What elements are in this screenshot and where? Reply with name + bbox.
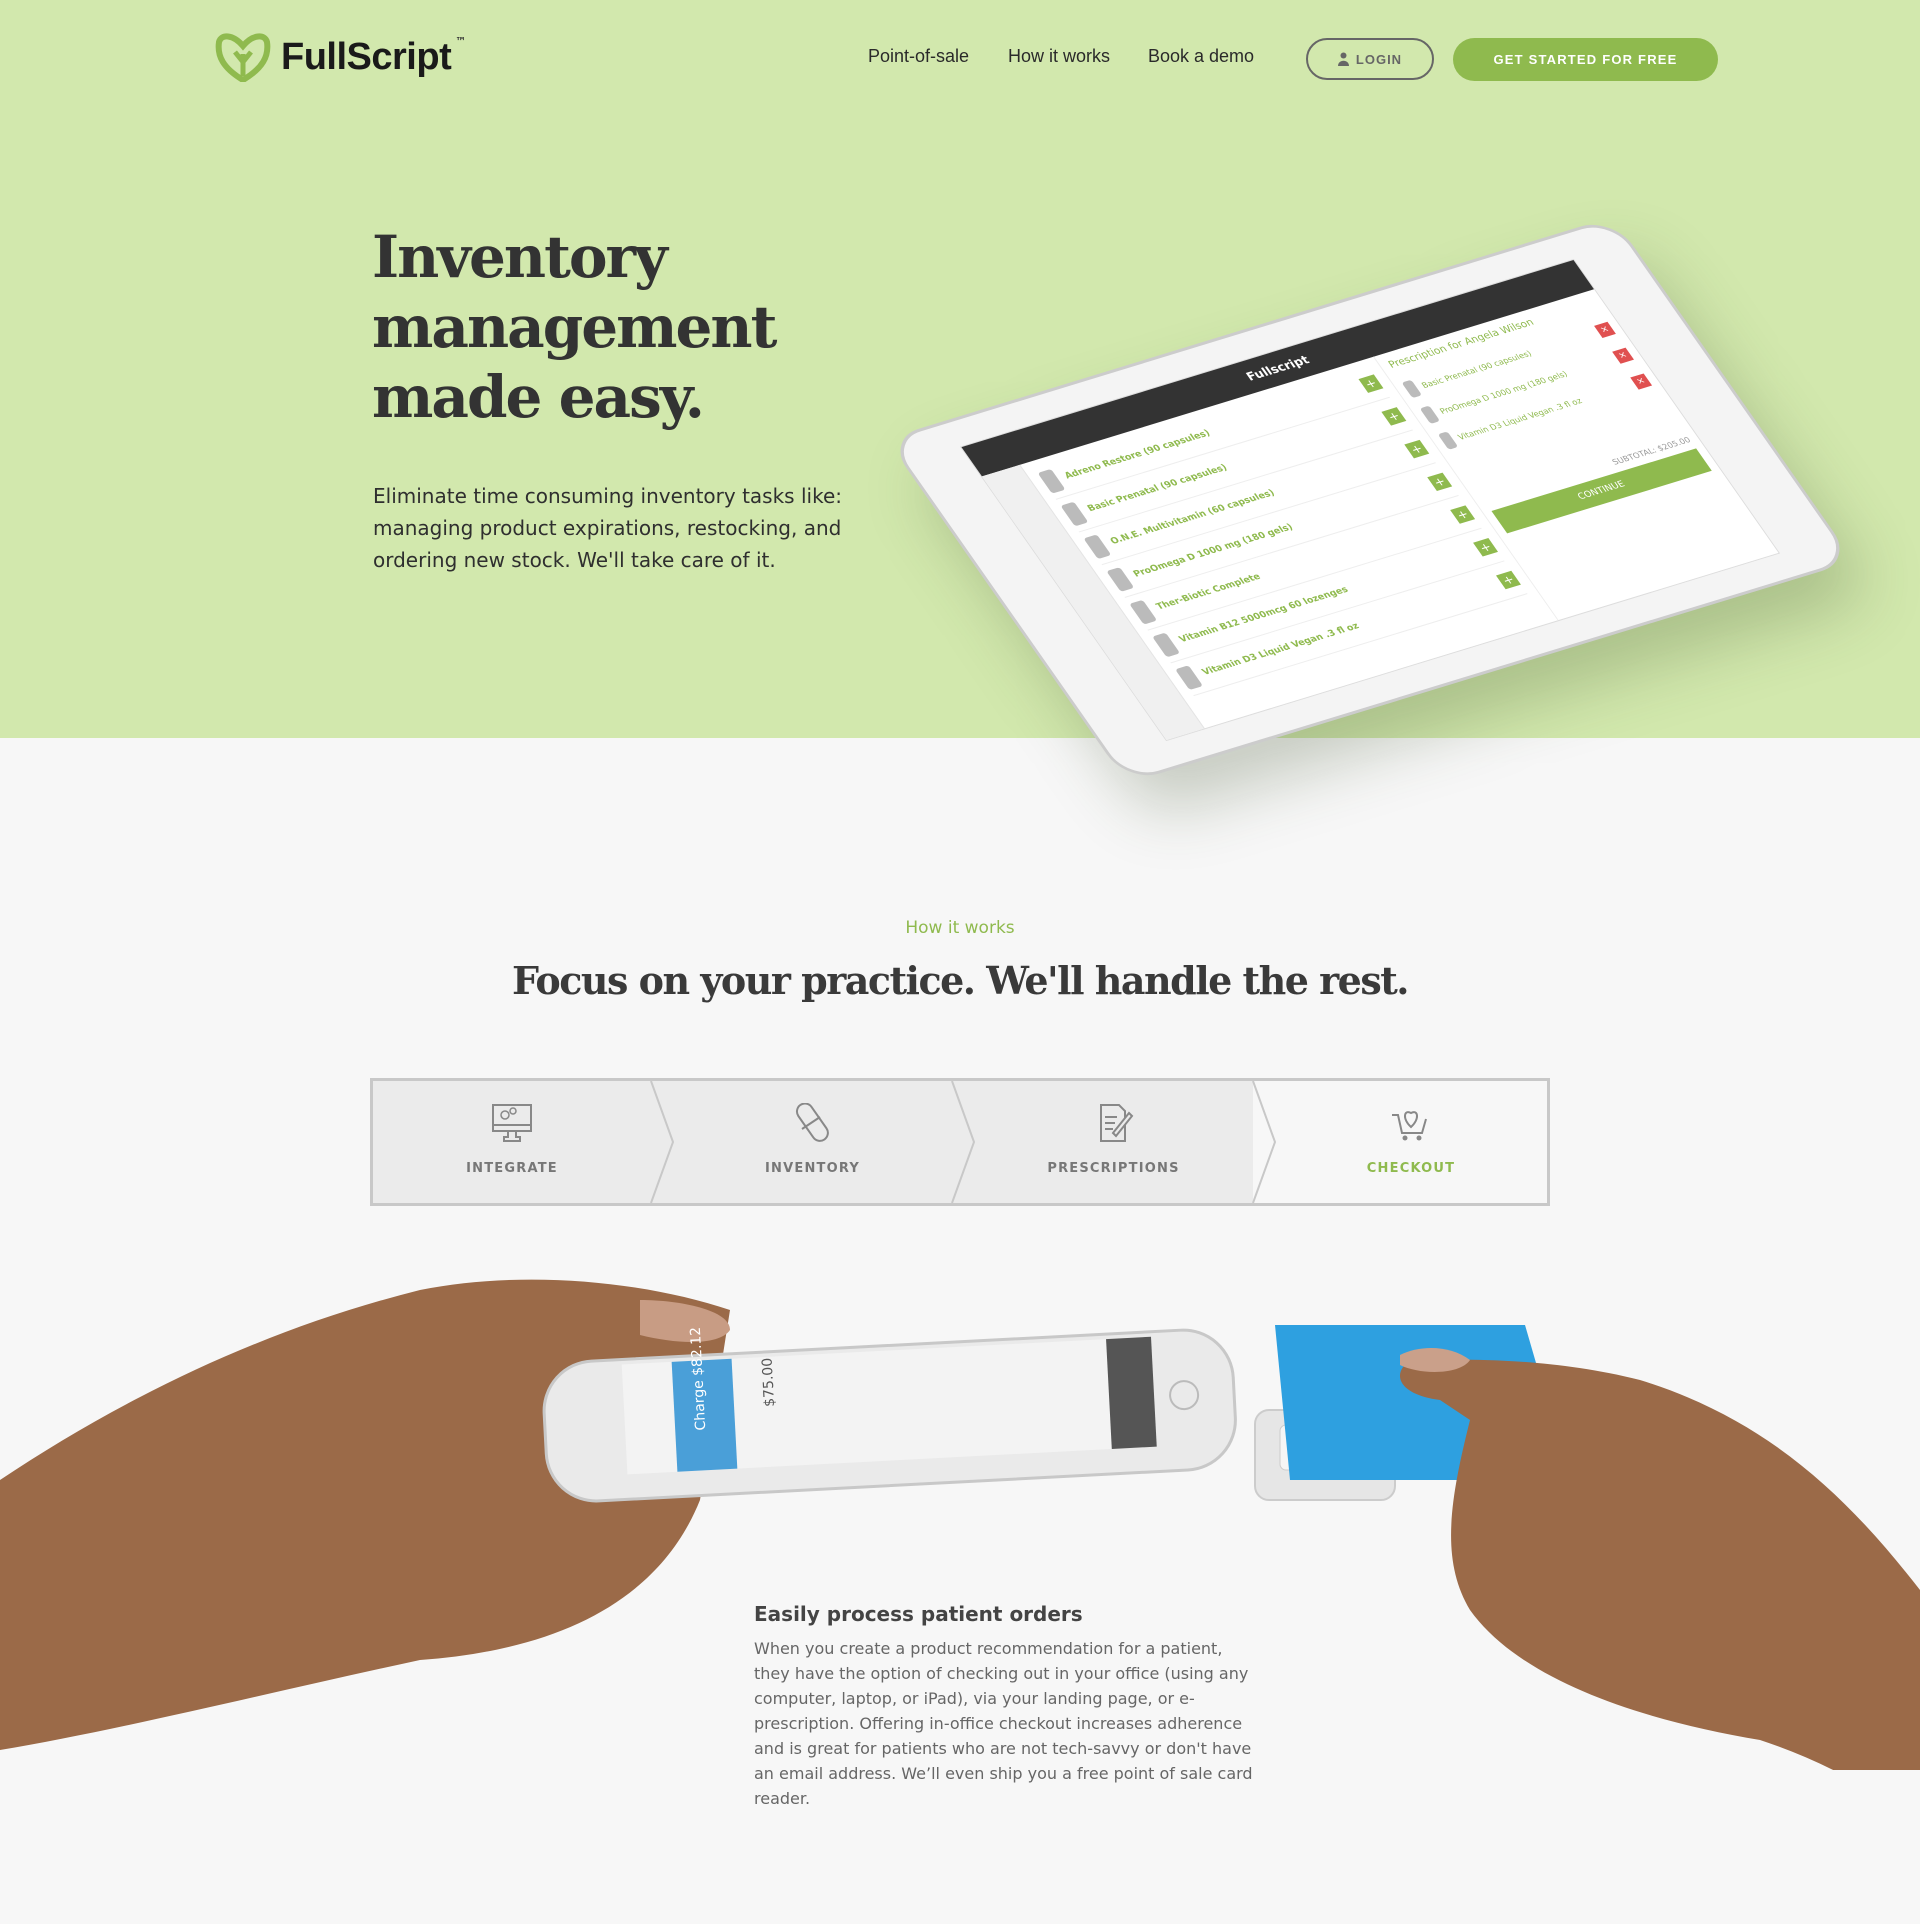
- tab-label: INVENTORY: [765, 1161, 860, 1176]
- bottle-icon: [1083, 533, 1112, 559]
- headline-line: made easy.: [372, 363, 705, 431]
- add-icon: +: [1358, 373, 1384, 393]
- tab-integrate[interactable]: INTEGRATE: [373, 1081, 651, 1203]
- feature-body: When you create a product recommendation…: [754, 1639, 1253, 1808]
- phone-amount-text: $75.00: [760, 1357, 779, 1407]
- cart-heart-icon: [1392, 1111, 1427, 1141]
- add-icon: +: [1404, 439, 1429, 458]
- hero-lead: Eliminate time consuming inventory tasks…: [373, 484, 842, 572]
- tab-inventory[interactable]: INVENTORY: [673, 1081, 952, 1203]
- bottle-icon: [1106, 566, 1134, 592]
- login-button[interactable]: LOGIN: [1306, 38, 1434, 80]
- bottle-icon: [1174, 664, 1203, 690]
- headline-line: management: [372, 293, 777, 361]
- bottle-icon: [1401, 379, 1423, 399]
- tab-label: INTEGRATE: [466, 1161, 558, 1176]
- bottle-icon: [1419, 405, 1441, 424]
- logo-text: FullScript: [281, 35, 452, 78]
- hero-headline: Inventory management made easy.: [372, 222, 777, 432]
- logo[interactable]: FullScript ™: [215, 32, 472, 82]
- headline-line: Inventory: [372, 223, 668, 291]
- bottle-icon: [1128, 599, 1157, 625]
- add-icon: +: [1449, 504, 1475, 524]
- trademark: ™: [455, 34, 467, 48]
- remove-icon: ×: [1612, 347, 1634, 364]
- add-icon: +: [1426, 472, 1452, 491]
- remove-icon: ×: [1594, 321, 1616, 338]
- tab-label: PRESCRIPTIONS: [1047, 1161, 1180, 1176]
- login-label: LOGIN: [1355, 51, 1403, 67]
- bottle-icon: [1037, 468, 1066, 494]
- bottle-icon: [1060, 501, 1089, 526]
- section-eyebrow: How it works: [905, 918, 1015, 938]
- pill-icon: [795, 1103, 829, 1142]
- add-icon: +: [1472, 537, 1498, 557]
- tab-prescriptions[interactable]: PRESCRIPTIONS: [974, 1081, 1253, 1203]
- tab-label: CHECKOUT: [1366, 1161, 1456, 1176]
- monitor-gears-icon: [492, 1104, 532, 1142]
- feature-title: Easily process patient orders: [754, 1602, 1083, 1626]
- bottle-icon: [1151, 632, 1180, 657]
- nav-book-a-demo[interactable]: Book a demo: [1148, 46, 1254, 67]
- remove-icon: ×: [1630, 373, 1653, 390]
- user-icon: [1337, 52, 1349, 66]
- get-started-button[interactable]: GET STARTED FOR FREE: [1453, 38, 1718, 81]
- add-icon: +: [1381, 406, 1407, 426]
- document-pen-icon: [1099, 1104, 1133, 1142]
- feature-tabs: INTEGRATE INVENTORY PRESCRIPTIONS CHECKO…: [370, 1078, 1550, 1206]
- nav-how-it-works[interactable]: How it works: [1008, 46, 1110, 67]
- nav-point-of-sale[interactable]: Point-of-sale: [868, 46, 969, 67]
- tab-checkout[interactable]: CHECKOUT: [1275, 1081, 1547, 1203]
- add-icon: +: [1495, 570, 1521, 589]
- leaf-heart-icon: [215, 33, 271, 82]
- bottle-icon: [1437, 431, 1459, 450]
- section-title: Focus on your practice. We'll handle the…: [512, 958, 1410, 1003]
